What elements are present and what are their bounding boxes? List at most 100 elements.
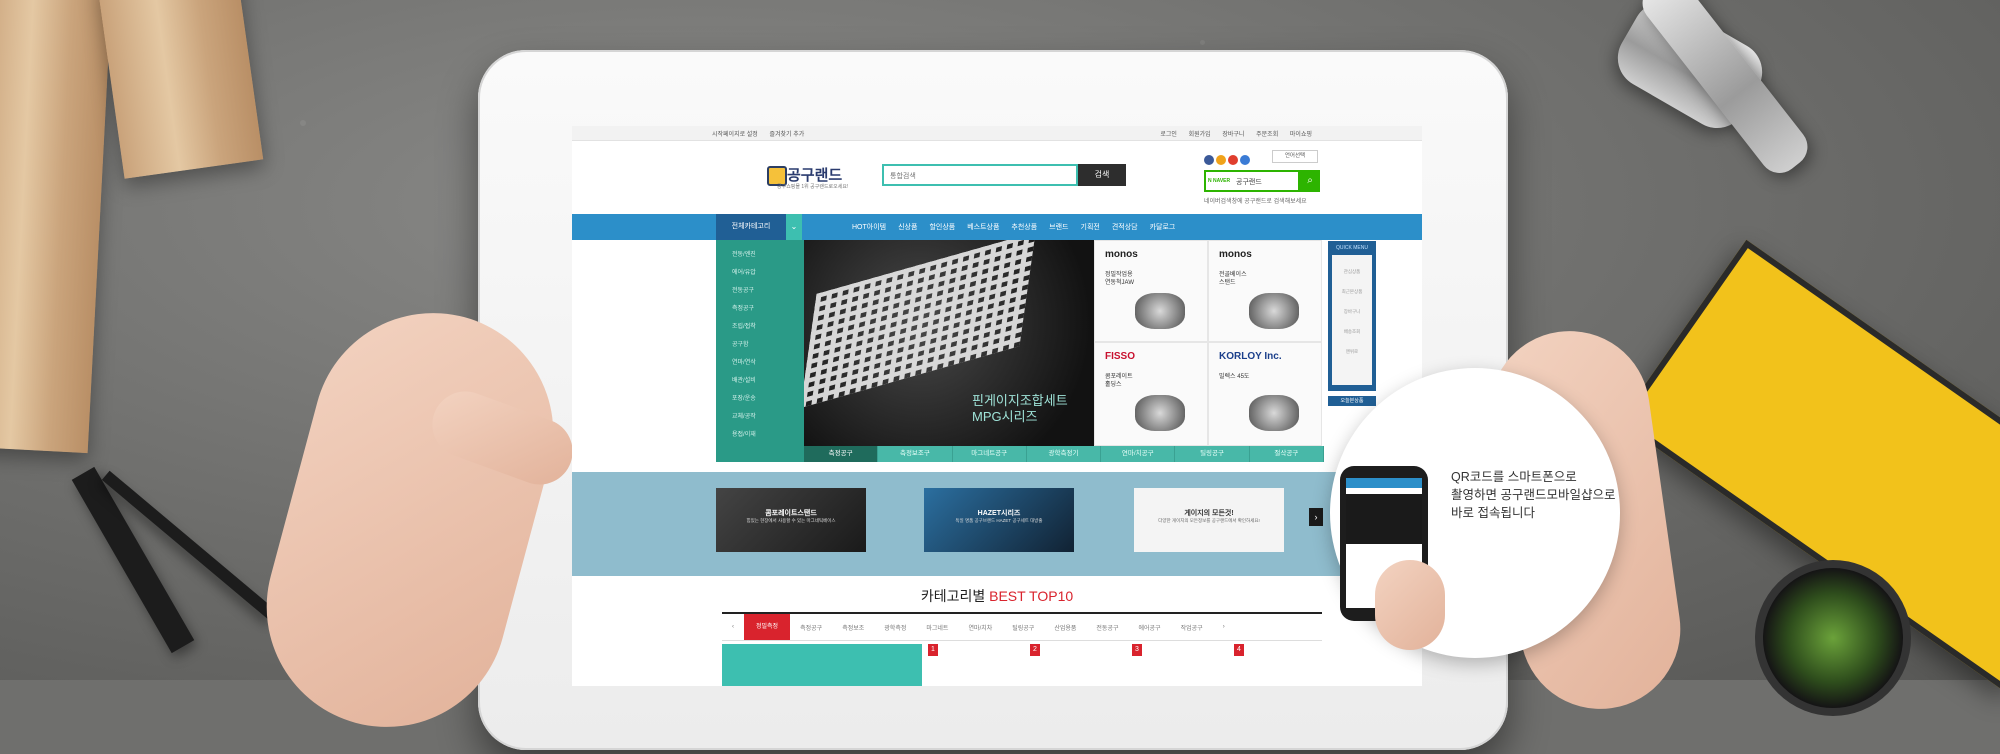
product-name: 밀렉스 45도 [1219, 374, 1250, 380]
side-category-item[interactable]: 전동/엔진 [732, 249, 804, 258]
category-tab[interactable]: 에어공구 [1129, 623, 1171, 632]
hero-title-line2: MPG시리즈 [972, 409, 1038, 424]
chevron-down-icon[interactable]: ⌄ [786, 214, 802, 240]
side-category-item[interactable]: 용접/이재 [732, 429, 804, 438]
category-tab[interactable]: 마그네트 [916, 623, 958, 632]
quick-menu-item[interactable]: 맨위로 [1332, 349, 1372, 355]
product-brand: KORLOY Inc. [1219, 351, 1282, 362]
product-card[interactable]: monos 정밀작업용 연동척JAW [1094, 240, 1208, 342]
facebook-icon[interactable] [1204, 154, 1214, 165]
promo-banner[interactable]: HAZET시리즈 독일 명품 공구브랜드 HAZET 공구세트 대방출 [924, 488, 1074, 552]
product-image [1135, 395, 1185, 431]
category-tab[interactable]: 연마/치차 [958, 623, 1002, 632]
nav-hot-items[interactable]: HOT아이템 [852, 222, 886, 232]
category-tab[interactable]: 작업공구 [1171, 623, 1213, 632]
mobile-nav-bar [1346, 478, 1422, 488]
product-name: 정밀작업용 [1105, 272, 1133, 278]
tab-next-icon[interactable]: › [1213, 624, 1235, 630]
bookmark-link[interactable]: 즐겨찾기 추가 [770, 132, 805, 138]
rank-badge: 4 [1234, 644, 1244, 656]
tab-magnet[interactable]: 마그네트공구 [952, 446, 1027, 462]
category-tab[interactable]: 틸링공구 [1002, 623, 1044, 632]
nav-sale[interactable]: 할인상품 [929, 222, 955, 232]
quick-menu-title: QUICK MENU [1336, 245, 1368, 251]
search-button[interactable]: 검색 [1078, 164, 1126, 186]
background-speck [300, 120, 306, 126]
promo-banner[interactable]: 콤포레이트스탠드 힘있는 현장에서 사용할 수 있는 마그네틱베이스 [716, 488, 866, 552]
product-image [1135, 293, 1185, 329]
side-category-item[interactable]: 측정공구 [732, 303, 804, 312]
side-category-item[interactable]: 전동공구 [732, 285, 804, 294]
tablet-screen: 시작페이지로 설정 즐겨찾기 추가 로그인 회원가입 장바구니 주문조회 마이쇼… [572, 126, 1422, 686]
category-tab[interactable]: 정밀측정 [744, 614, 791, 640]
next-arrow-icon[interactable]: › [1309, 508, 1323, 526]
tab-grinding[interactable]: 연마/치공구 [1101, 446, 1176, 462]
category-tab[interactable]: 광학측정 [874, 623, 916, 632]
my-shopping-link[interactable]: 마이쇼핑 [1290, 132, 1312, 138]
nav-new[interactable]: 신상품 [898, 222, 917, 232]
side-category-item[interactable]: 연마/연삭 [732, 357, 804, 366]
side-category-item[interactable]: 교체/공작 [732, 411, 804, 420]
category-tab[interactable]: 산업용품 [1044, 623, 1086, 632]
recently-viewed[interactable]: 오늘본상품 [1328, 396, 1376, 406]
category-tabs: ‹ 정밀측정 측정공구 측정보조 광학측정 마그네트 연마/치차 틸링공구 산업… [722, 612, 1322, 641]
nav-best[interactable]: 베스트상품 [967, 222, 999, 232]
search-input[interactable]: 통합검색 [882, 164, 1078, 186]
product-card[interactable]: FISSO 콤포레이트 홀딩스 [1094, 342, 1208, 446]
product-card[interactable]: KORLOY Inc. 밀렉스 45도 [1208, 342, 1322, 446]
tab-tooling[interactable]: 틸링공구 [1175, 446, 1250, 462]
kakaostory-icon[interactable] [1216, 154, 1226, 165]
quick-menu-item[interactable]: 최근본상품 [1332, 289, 1372, 295]
product-brand: FISSO [1105, 351, 1136, 362]
tab-measuring-aid[interactable]: 측정보조구 [878, 446, 953, 462]
quick-menu-item[interactable]: 배송조회 [1332, 329, 1372, 335]
pointing-finger [1375, 560, 1445, 650]
product-card[interactable]: monos 전골베이스 스탠드 [1208, 240, 1322, 342]
set-homepage-link[interactable]: 시작페이지로 설정 [712, 132, 758, 138]
hero-banner[interactable]: 핀게이지조합세트 MPG시리즈 [804, 240, 1094, 446]
search-placeholder: 통합검색 [890, 173, 916, 180]
product-name: 스탠드 [1219, 280, 1236, 286]
product-brand: monos [1219, 249, 1252, 260]
side-category-item[interactable]: 배관/설비 [732, 375, 804, 384]
nav-brand[interactable]: 브랜드 [1049, 222, 1068, 232]
blog-icon[interactable] [1240, 154, 1250, 165]
side-category-item[interactable]: 에어/유압 [732, 267, 804, 276]
nav-recommended[interactable]: 추천상품 [1011, 222, 1037, 232]
language-select[interactable]: 언어선택 [1272, 150, 1318, 163]
naver-logo: N NAVER [1208, 178, 1231, 184]
naver-search-box[interactable]: N NAVER 공구랜드 [1204, 170, 1300, 192]
nav-promotions[interactable]: 기획전 [1081, 222, 1100, 232]
side-category-item[interactable]: 공구함 [732, 339, 804, 348]
quick-menu-item[interactable]: 장바구니 [1332, 309, 1372, 315]
side-category-item[interactable]: 조립/접착 [732, 321, 804, 330]
order-lookup-link[interactable]: 주문조회 [1256, 132, 1278, 138]
category-tab[interactable]: 측정보조 [832, 623, 874, 632]
banner-sub: 힘있는 현장에서 사용할 수 있는 마그네틱베이스 [746, 518, 836, 523]
banner-title: 게이지의 모든것! [1184, 510, 1234, 517]
side-category-item[interactable]: 포장/운송 [732, 393, 804, 402]
naver-query: 공구랜드 [1236, 179, 1262, 186]
banner-title: HAZET시리즈 [977, 510, 1021, 517]
cart-link[interactable]: 장바구니 [1222, 132, 1244, 138]
category-tab[interactable]: 측정공구 [790, 623, 832, 632]
site-logo[interactable]: 공구랜드 공구쇼핑몰 1위 공구랜드로오세요! [767, 164, 851, 190]
tab-prev-icon[interactable]: ‹ [722, 624, 744, 630]
nav-quote[interactable]: 견적상담 [1112, 222, 1138, 232]
promo-banner[interactable]: 게이지의 모든것! 다양한 게이지의 모든정보를 공구랜드에서 확인하세요! [1134, 488, 1284, 552]
signup-link[interactable]: 회원가입 [1189, 132, 1211, 138]
level-bubble-vial [1755, 560, 1911, 716]
pinterest-icon[interactable] [1228, 154, 1238, 165]
banner-title: 콤포레이트스탠드 [765, 510, 817, 517]
naver-search-button[interactable]: ⌕ [1300, 170, 1320, 192]
side-category-menu: 전동/엔진 에어/유압 전동공구 측정공구 조립/접착 공구함 연마/연삭 배관… [716, 240, 804, 462]
tab-measuring[interactable]: 측정공구 [804, 446, 879, 462]
all-categories-button[interactable]: 전체카테고리 [716, 214, 786, 240]
category-tab[interactable]: 전동공구 [1086, 623, 1128, 632]
login-link[interactable]: 로그인 [1160, 132, 1177, 138]
tab-optical[interactable]: 광학측정기 [1026, 446, 1102, 462]
tab-cutting[interactable]: 절삭공구 [1249, 446, 1324, 462]
quick-menu-item[interactable]: 관심상품 [1332, 269, 1372, 275]
banner-sub: 다양한 게이지의 모든정보를 공구랜드에서 확인하세요! [1158, 518, 1260, 523]
nav-catalog[interactable]: 카달로그 [1150, 222, 1176, 232]
